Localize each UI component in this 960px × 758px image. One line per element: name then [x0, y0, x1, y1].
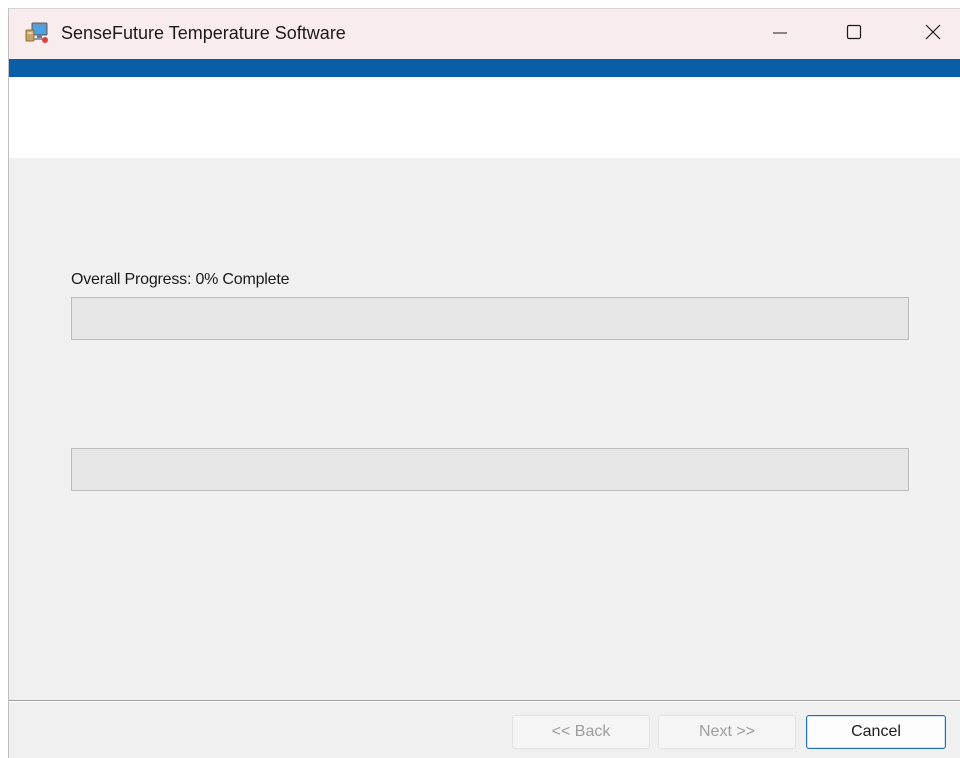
title-bar[interactable]: SenseFuture Temperature Software — [9, 9, 960, 59]
close-icon — [925, 24, 941, 45]
window-title: SenseFuture Temperature Software — [61, 23, 346, 43]
back-button[interactable]: << Back — [512, 715, 650, 749]
content-panel — [9, 158, 960, 700]
header-banner — [9, 77, 960, 158]
cancel-button[interactable]: Cancel — [806, 715, 946, 749]
installer-window: SenseFuture Temperature Software Overall… — [8, 8, 960, 758]
close-button[interactable] — [903, 9, 960, 59]
secondary-progress-bar — [71, 448, 909, 491]
maximize-button[interactable] — [824, 9, 884, 59]
accent-bar — [9, 59, 960, 77]
minimize-icon — [772, 24, 788, 45]
overall-progress-label: Overall Progress: 0% Complete — [71, 271, 290, 288]
installer-computer-icon — [25, 22, 49, 44]
minimize-button[interactable] — [750, 9, 810, 59]
overall-progress-bar — [71, 297, 909, 340]
next-button[interactable]: Next >> — [658, 715, 796, 749]
maximize-icon — [846, 24, 862, 45]
